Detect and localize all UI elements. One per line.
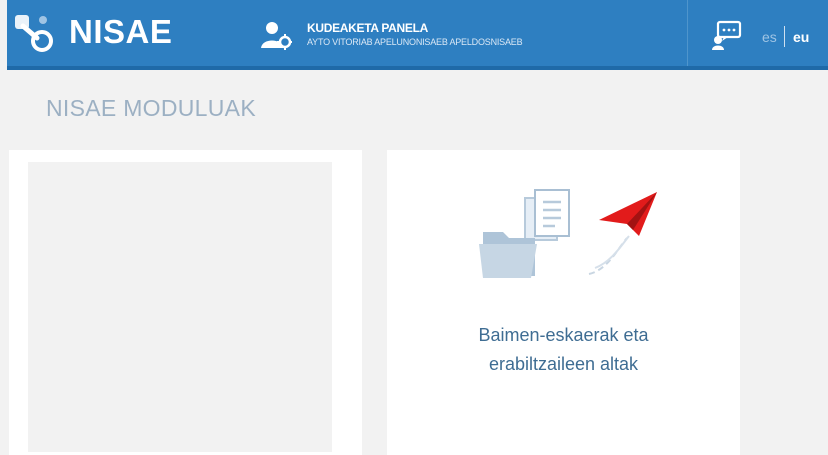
- language-separator: [784, 26, 785, 47]
- support-chat-icon[interactable]: [712, 20, 742, 50]
- module-label-line1: Baimen-eskaerak eta: [478, 325, 649, 345]
- brand-name[interactable]: NISAE: [69, 13, 172, 51]
- panel-title: KUDEAKETA PANELA: [307, 21, 428, 35]
- language-es-link[interactable]: es: [762, 29, 777, 45]
- module-card-empty[interactable]: [9, 150, 362, 455]
- user-settings-icon: [261, 22, 292, 50]
- documents-send-icon: [479, 189, 657, 278]
- header-divider: [687, 0, 688, 66]
- nisae-logo-icon[interactable]: [13, 12, 53, 52]
- module-image-placeholder: [28, 162, 332, 452]
- module-card-permissions[interactable]: Baimen-eskaerak eta erabiltzaileen altak: [387, 150, 740, 455]
- section-title: NISAE MODULUAK: [46, 95, 256, 121]
- language-eu-link[interactable]: eu: [793, 29, 809, 45]
- module-label-line2: erabiltzaileen altak: [488, 354, 639, 374]
- top-bar: NISAE KUDEAKETA PANELA AYTO VITORIAB APE…: [7, 0, 828, 70]
- panel-subtitle: AYTO VITORIAB APELUNONISAEB APELDOSNISAE…: [307, 37, 523, 47]
